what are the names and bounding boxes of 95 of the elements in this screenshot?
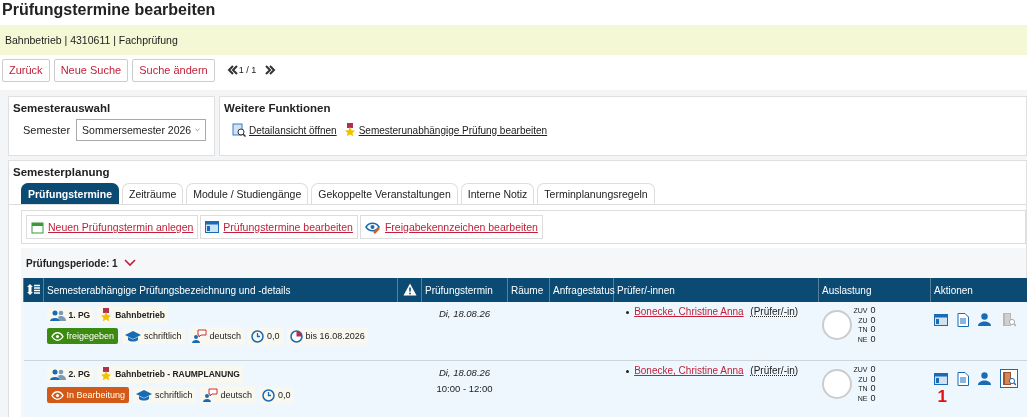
credits: 0,0: [278, 390, 291, 400]
nav-button[interactable]: Zurück: [2, 58, 50, 82]
column-header: Semesterabhängige Prüfungsbezeichnung und -details: [43, 278, 398, 302]
language: deutsch: [220, 390, 253, 400]
tab[interactable]: Prüfungstermine: [21, 183, 119, 204]
people-icon: [49, 368, 66, 380]
capacity-value: 0: [870, 365, 876, 375]
function-link[interactable]: Detailansicht öffnen: [249, 124, 337, 136]
list-bullet: [625, 311, 629, 314]
eye-icon: [50, 331, 64, 341]
examiner-role: (Prüfer/-in): [750, 306, 799, 317]
table-icon[interactable]: [933, 372, 948, 385]
deadline: bis 16.08.2026: [305, 331, 365, 341]
status-label: freigegeben: [66, 331, 115, 341]
tab[interactable]: Interne Notiz: [460, 183, 535, 204]
column-header: Prüfungstermin: [421, 278, 508, 302]
document-icon[interactable]: [956, 312, 969, 327]
column-header[interactable]: [23, 278, 44, 302]
examiner-link[interactable]: Bonecke, Christine Anna: [634, 365, 744, 376]
capacity-value: 0: [870, 393, 876, 403]
examiner-link[interactable]: Bonecke, Christine Anna: [634, 306, 744, 317]
door-magnifier-icon: [1001, 371, 1016, 386]
panel-title: Semesterplanung: [12, 165, 111, 180]
credits: 0,0: [267, 331, 280, 341]
function-link[interactable]: Semesterunabhängige Prüfung bearbeiten: [358, 124, 548, 136]
tab[interactable]: Gekoppelte Veranstaltungen: [311, 183, 458, 204]
capacity-value: 0: [870, 374, 876, 384]
action-button[interactable]: Prüfungstermine bearbeiten: [200, 215, 358, 239]
page-title: Prüfungstermine bearbeiten: [1, 0, 217, 20]
capacity-ring: [821, 369, 852, 399]
medal-icon: [100, 308, 113, 322]
action-button[interactable]: Neuen Prüfungstermin anlegen: [26, 215, 199, 239]
exam-date: Di, 18.08.26: [437, 367, 492, 378]
nav-button[interactable]: Neue Suche: [53, 58, 129, 82]
table-icon: [205, 221, 220, 233]
period-label: Prüfungsperiode: 1: [26, 257, 118, 269]
action-button[interactable]: Freigabekennzeichen bearbeiten: [359, 215, 543, 239]
examiner-role: (Prüfer/-in): [750, 365, 799, 376]
clock-icon: [251, 329, 265, 343]
capacity-value: 0: [870, 306, 876, 316]
pie-clock-icon: [289, 329, 303, 343]
panel-title: Weitere Funktionen: [223, 101, 332, 116]
annotation-number: 1: [937, 388, 948, 406]
language: deutsch: [209, 331, 242, 341]
speaker-bubble-icon: [202, 388, 218, 402]
graduation-cap-icon: [125, 330, 142, 342]
column-header: Aktionen: [930, 278, 1027, 302]
context-bar: Bahnbetrieb | 4310611 | Fachprüfung: [0, 25, 1027, 55]
capacity-value: 0: [870, 325, 876, 335]
group-label: 1. PG: [68, 310, 91, 320]
first-page-icon[interactable]: [226, 65, 239, 75]
page-counter: 1 / 1: [238, 65, 257, 75]
exam-form: schriftlich: [155, 390, 193, 400]
exam-date: Di, 18.08.26: [437, 308, 492, 319]
clock-icon: [262, 388, 276, 402]
group-label: 2. PG: [68, 369, 91, 379]
exam-form: schriftlich: [144, 331, 182, 341]
semester-dropdown[interactable]: Sommersemester 2026: [76, 119, 207, 141]
calendar-icon: [31, 220, 44, 234]
capacity-value: 0: [870, 384, 876, 394]
capacity-value: 0: [870, 334, 876, 344]
capacity-value: 0: [870, 315, 876, 325]
medal-icon: [100, 367, 113, 381]
tab[interactable]: Terminplanungsregeln: [537, 183, 655, 204]
tab[interactable]: Zeiträume: [122, 183, 184, 204]
table-icon[interactable]: [933, 313, 948, 326]
field-label: Semester: [23, 124, 71, 136]
exam-time: 10:00 - 12:00: [435, 383, 494, 394]
nav-button[interactable]: Suche ändern: [132, 58, 215, 82]
exam-name: Bahnbetrieb: [115, 310, 165, 320]
people-icon: [49, 309, 66, 321]
status-label: In Bearbeitung: [66, 390, 126, 400]
eye-icon: [50, 390, 64, 400]
tab[interactable]: Module / Studiengänge: [186, 183, 309, 204]
graduation-cap-icon: [136, 389, 153, 401]
column-header: Räume: [507, 278, 550, 302]
person-icon[interactable]: [977, 313, 991, 326]
eye-pencil-icon: [364, 220, 381, 234]
exam-name: Bahnbetrieb - RAUMPLANUNG: [115, 369, 240, 379]
panel-title: Semesterauswahl: [12, 101, 112, 116]
sort-list-icon[interactable]: [27, 283, 40, 295]
chevron-icon[interactable]: [123, 259, 136, 267]
warning-icon: [402, 282, 417, 296]
person-icon[interactable]: [977, 372, 991, 385]
document-icon[interactable]: [956, 371, 969, 386]
speaker-bubble-icon: [191, 329, 207, 343]
column-header: Auslastung: [818, 278, 931, 302]
list-bullet: [625, 370, 629, 373]
last-page-icon[interactable]: [264, 65, 277, 75]
room-button[interactable]: [999, 369, 1018, 388]
door-magnifier-icon: [1001, 312, 1016, 327]
capacity-ring: [821, 310, 852, 340]
medal-icon: [343, 123, 356, 137]
magnifier-document-icon: [232, 123, 246, 137]
column-header: Anfragestatus: [549, 278, 614, 302]
